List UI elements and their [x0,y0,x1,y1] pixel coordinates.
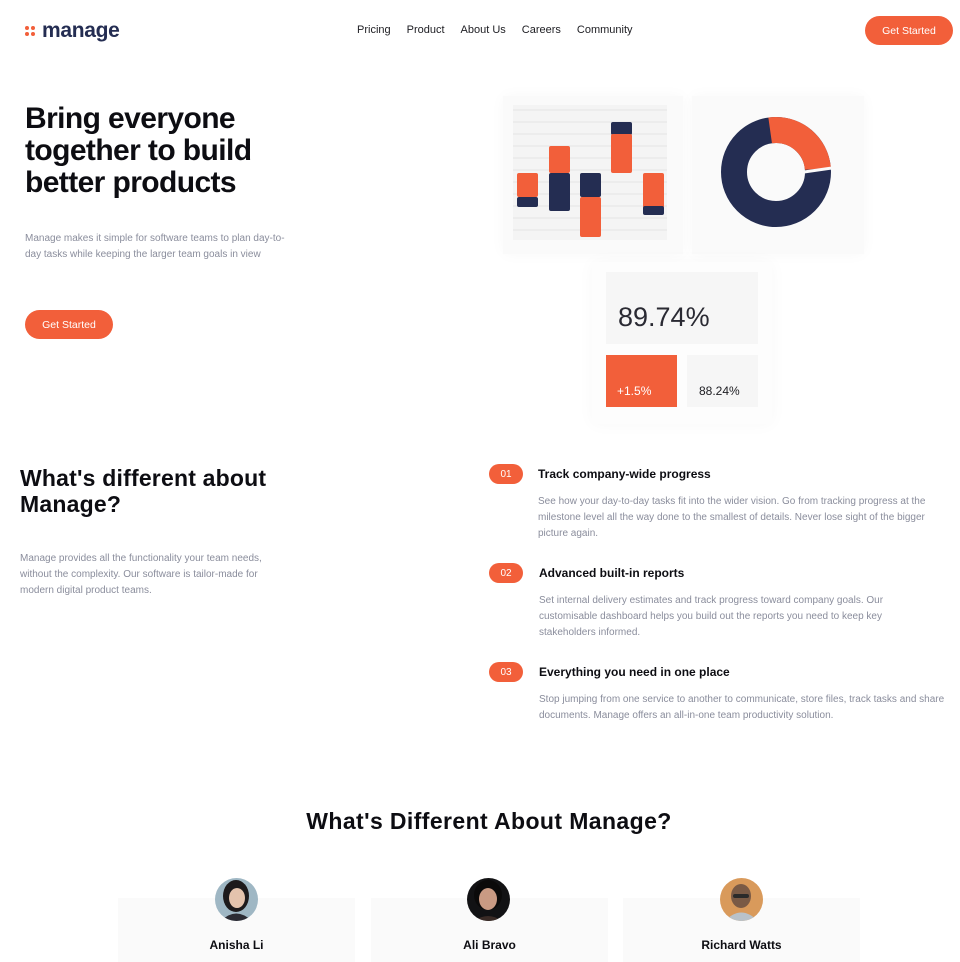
logo-mark-icon [25,26,35,36]
main-nav: Pricing Product About Us Careers Communi… [357,24,649,36]
nav-item-product[interactable]: Product [407,24,445,36]
feature-text: See how your day-to-day tasks fit into t… [538,496,926,539]
hero-get-started-button[interactable]: Get Started [25,310,113,339]
feature-number-badge: 01 [489,464,523,484]
nav-item-careers[interactable]: Careers [522,24,561,36]
stat-secondary-value: 88.24% [699,384,740,398]
nav-item-about-us[interactable]: About Us [461,24,506,36]
features-description: Manage provides all the functionality yo… [20,553,262,596]
testimonial-name: Richard Watts [701,938,782,952]
stat-change-card: +1.5% [606,355,677,407]
feature-number-badge: 03 [489,662,523,682]
testimonial-name: Ali Bravo [463,938,516,952]
testimonial-name: Anisha Li [209,938,264,952]
features-title: What's different about Manage? [20,465,267,517]
hero-description: Manage makes it simple for software team… [25,233,285,260]
avatar-ali-image [467,878,510,921]
donut-chart-card [692,96,864,254]
feature-text: Set internal delivery estimates and trac… [539,595,884,638]
bar-chart-illustration [513,105,667,240]
feature-title: Advanced built-in reports [539,566,685,580]
testimonials-title: What's Different About Manage? [306,808,672,834]
avatar-anisha-image [215,878,258,921]
stat-main-card: 89.74% [606,272,758,344]
stat-secondary-card: 88.24% [687,355,758,407]
bar-chart-card [503,96,683,254]
stat-change-value: +1.5% [617,384,652,398]
logo-text: manage [42,19,120,42]
donut-chart [721,117,832,227]
avatar-richard-image [720,878,763,921]
stat-main-value: 89.74% [618,302,710,332]
feature-title: Track company-wide progress [538,467,711,481]
feature-number-badge: 02 [489,563,523,583]
feature-text: Stop jumping from one service to another… [539,694,945,721]
nav-item-community[interactable]: Community [577,24,633,36]
nav-item-pricing[interactable]: Pricing [357,24,391,36]
avatar [467,878,510,921]
header-get-started-button[interactable]: Get Started [865,16,953,45]
logo[interactable]: manage [25,19,120,43]
avatar [215,878,258,921]
hero-title: Bring everyone together to build better … [25,102,252,199]
feature-title: Everything you need in one place [539,665,730,679]
avatar [720,878,763,921]
